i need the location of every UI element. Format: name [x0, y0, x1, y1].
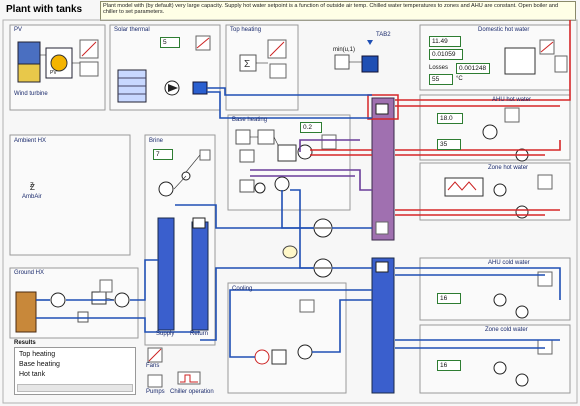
results-item-hot-tank[interactable]: Hot tank — [19, 371, 45, 378]
ground-hx-label: Ground HX — [14, 270, 45, 276]
min-block-icon[interactable] — [334, 54, 350, 70]
min-block-label: min(u,1) — [333, 47, 356, 53]
fans-label: Fans — [146, 363, 160, 369]
results-label: Results — [14, 340, 36, 346]
base-heating-sum-icon[interactable] — [257, 129, 275, 145]
ahu-hot-value[interactable]: 18.0 — [437, 113, 463, 124]
zone-cold-gauge-icon[interactable] — [537, 339, 553, 355]
ground-pump-2-icon[interactable] — [114, 292, 130, 308]
ground-borehole-icon[interactable] — [15, 291, 37, 333]
cooling-pump-icon[interactable] — [254, 349, 270, 365]
base-heating-gauge-icon[interactable] — [321, 134, 337, 150]
top-heating-plot-icon[interactable] — [269, 63, 287, 79]
return-column[interactable] — [191, 221, 209, 331]
dhw-temp-value[interactable]: 55 — [429, 74, 453, 85]
solar-value[interactable]: 5 — [160, 37, 180, 48]
ahu-hot-label: AHU hot water — [492, 97, 532, 103]
pv-label: PV — [14, 27, 23, 33]
dhw-label: Domestic hot water — [478, 27, 530, 33]
losses-label: Losses — [429, 65, 449, 71]
solar-thermal-label: Solar thermal — [114, 27, 150, 33]
pv-panel-icon[interactable] — [17, 41, 41, 65]
ambair-label[interactable]: AmbAir — [22, 194, 42, 200]
ahu-cold-label: AHU cold water — [488, 260, 530, 266]
pv-panel-icon[interactable] — [17, 63, 41, 83]
supply-column[interactable] — [157, 217, 175, 331]
svg-text:Σ: Σ — [244, 59, 250, 70]
pv-plot-icon[interactable] — [79, 61, 99, 77]
return-label: Return — [190, 331, 209, 337]
dhw-plot-icon[interactable] — [554, 55, 568, 73]
brine-label: Brine — [149, 138, 164, 144]
cooling-pump-2-icon[interactable] — [297, 344, 313, 360]
dhw-value-b[interactable]: 0.01059 — [429, 49, 463, 60]
tab2-arrow-icon — [367, 40, 373, 45]
supply-label: Supply — [156, 331, 175, 337]
zone-hot-gauge-icon[interactable] — [537, 174, 553, 190]
zone-cold-frame — [419, 324, 571, 394]
heat-pump-icon[interactable] — [274, 176, 290, 192]
wind-turbine-label: Wind turbine — [14, 91, 48, 97]
cooling-frame — [227, 282, 347, 394]
dhw-value-a[interactable]: 11.49 — [429, 36, 461, 47]
base-heating-value[interactable]: 0.2 — [300, 122, 322, 133]
zone-cold-valve-icon[interactable] — [515, 373, 529, 387]
ahu-hot-gauge-icon[interactable] — [504, 107, 520, 123]
ahu-cold-gauge-icon[interactable] — [537, 271, 553, 287]
cooling-label: Cooling — [232, 286, 253, 292]
zone-cold-pump-icon[interactable] — [493, 361, 507, 375]
cooling-tower-icon[interactable] — [282, 245, 298, 259]
results-scrollbar[interactable] — [17, 384, 133, 392]
base-heating-block-icon[interactable] — [235, 129, 251, 145]
tab2-label[interactable]: TAB2 — [376, 32, 391, 38]
base-heating-label: Base heating — [232, 117, 268, 123]
brine-pump-icon[interactable] — [158, 181, 174, 197]
diagram-canvas: Plant with tanks Plant model with (by de… — [0, 0, 580, 406]
top-heating-frame — [225, 24, 299, 111]
ahu-cold-value[interactable]: 16 — [437, 293, 461, 304]
ground-pump-icon[interactable] — [50, 292, 66, 308]
zone-cold-value[interactable]: 16 — [437, 360, 461, 371]
zone-hot-valve-icon[interactable] — [515, 205, 529, 219]
cold-tank[interactable] — [371, 257, 395, 394]
diagram-svg: Σ Z — [2, 19, 578, 404]
return-sensor-icon[interactable] — [192, 217, 206, 229]
results-legend: Top heating Base heating Hot tank — [14, 347, 136, 395]
dhw-hx-icon[interactable] — [504, 47, 536, 75]
tab2-block-icon[interactable] — [361, 55, 379, 73]
ambient-hx-label: Ambient HX — [14, 138, 47, 144]
chiller-operation-label: Chiller operation — [170, 389, 214, 395]
z-label: Z — [30, 183, 34, 189]
top-heating-label: Top heating — [230, 27, 262, 33]
zone-hot-label: Zone hot water — [488, 165, 529, 171]
pumps-plot-icon[interactable] — [147, 374, 163, 388]
results-item-top-heating[interactable]: Top heating — [19, 351, 55, 358]
brine-value[interactable]: 7 — [153, 149, 173, 160]
hot-tank-sensor-icon[interactable] — [375, 103, 389, 115]
hot-tank-gauge-icon[interactable] — [375, 221, 389, 235]
deg-c-label: °C — [456, 76, 463, 82]
ahu-cold-valve-icon[interactable] — [515, 305, 529, 319]
zone-cold-label: Zone cold water — [485, 327, 528, 333]
ahu-hot-pump-icon[interactable] — [482, 124, 498, 140]
pumps-label: Pumps — [146, 389, 165, 395]
sun-icon — [50, 54, 68, 72]
solar-hx-icon[interactable] — [192, 81, 208, 95]
cooling-hx-icon[interactable] — [271, 349, 287, 365]
dhw-losses-value[interactable]: 0.001248 — [456, 63, 490, 74]
pv-inner-label: PV — [50, 70, 57, 76]
results-item-base-heating[interactable]: Base heating — [19, 361, 60, 368]
ahu-hot-value-2[interactable]: 35 — [437, 139, 461, 150]
ahu-cold-pump-icon[interactable] — [493, 293, 507, 307]
zone-hot-pump-icon[interactable] — [493, 183, 507, 197]
cold-tank-sensor-icon[interactable] — [375, 261, 389, 273]
boiler-icon[interactable] — [277, 144, 297, 162]
